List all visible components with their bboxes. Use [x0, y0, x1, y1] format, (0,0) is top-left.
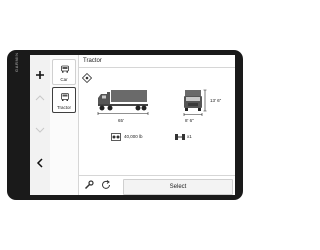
refresh-icon[interactable] — [101, 180, 111, 190]
scroll-up-button[interactable] — [30, 91, 50, 105]
weight-icon — [111, 133, 121, 141]
truck-side-view-icon — [97, 90, 149, 115]
page-title: Tractor — [83, 58, 102, 64]
back-button[interactable] — [30, 155, 50, 171]
chevron-down-icon — [35, 127, 45, 133]
weight-value: 40,000 lb — [124, 134, 143, 139]
truck-icon — [61, 93, 69, 101]
vehicle-item-tractor[interactable]: Tractor — [52, 87, 76, 113]
chevron-up-icon — [35, 95, 45, 101]
move-icon[interactable] — [82, 73, 92, 83]
divider — [79, 67, 235, 68]
back-arrow-icon — [36, 158, 43, 168]
wrench-icon[interactable] — [84, 180, 94, 190]
axle-icon — [175, 134, 185, 140]
add-button[interactable] — [30, 67, 50, 83]
truck-front-view-icon — [183, 89, 207, 116]
vehicle-item-car[interactable]: Car — [52, 59, 76, 85]
brand-logo: GARMIN — [14, 52, 19, 72]
axle-count: x1 — [187, 134, 192, 139]
vehicle-list: Car Tractor — [50, 55, 79, 195]
vehicle-item-label: Car — [60, 77, 68, 82]
width-label: 8' 6" — [185, 118, 194, 123]
vehicle-item-label: Tractor — [56, 105, 72, 110]
plus-icon — [36, 71, 44, 79]
bottom-bar: Select — [79, 175, 235, 195]
height-label: 13' 6" — [210, 98, 222, 103]
scroll-down-button[interactable] — [30, 123, 50, 137]
left-toolbar — [30, 55, 51, 195]
length-label: 65' — [118, 118, 124, 123]
vehicle-details: Tractor 65' 13' 6" 8' 6" 40,000 lb x1 Se… — [79, 55, 235, 195]
select-button[interactable]: Select — [123, 179, 233, 195]
screen: Car Tractor Tractor 65' 13' 6" 8' 6" 40,… — [30, 55, 235, 195]
car-icon — [61, 65, 69, 73]
